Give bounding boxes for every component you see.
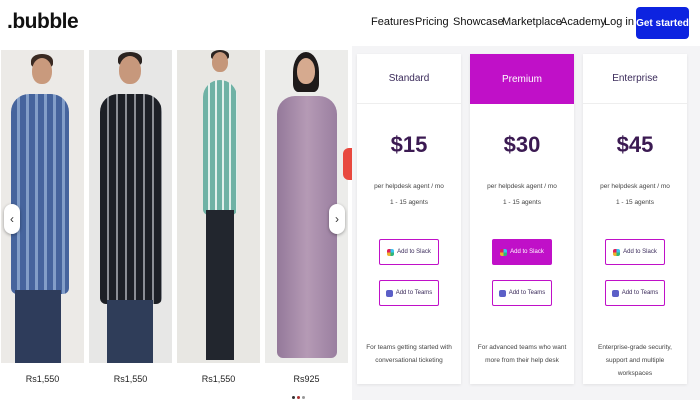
chevron-left-icon: ‹ xyxy=(10,212,14,226)
plan-rate-text: per helpdesk agent / mo xyxy=(600,183,670,190)
slack-icon xyxy=(387,248,395,256)
button-label: Add to Slack xyxy=(510,249,544,255)
teams-icon xyxy=(498,289,506,297)
teams-icon xyxy=(611,289,619,297)
button-label: Add to Teams xyxy=(395,290,433,296)
nav-features[interactable]: Features xyxy=(371,16,414,28)
carousel-prev-button[interactable]: ‹ xyxy=(4,204,20,234)
color-swatch[interactable] xyxy=(302,396,305,399)
plan-footer-text: For advanced teams who want more from th… xyxy=(477,344,567,364)
plan-description: per helpdesk agent / mo 1 - 15 agents xyxy=(357,179,461,211)
nav-login[interactable]: Log in xyxy=(604,16,634,28)
product-photo[interactable] xyxy=(89,50,172,363)
pricing-panel: Standard $15 per helpdesk agent / mo 1 -… xyxy=(352,46,700,400)
plan-rate-text: per helpdesk agent / mo xyxy=(487,183,557,190)
plan-price: $15 xyxy=(390,132,428,157)
nav-marketplace[interactable]: Marketplace xyxy=(502,16,562,28)
add-to-teams-button[interactable]: Add to Teams xyxy=(379,280,439,306)
plan-agents-text: 1 - 15 agents xyxy=(616,199,654,206)
color-swatch[interactable] xyxy=(297,396,300,399)
plan-name: Standard xyxy=(357,54,461,104)
product-card[interactable] xyxy=(89,50,172,363)
teams-icon xyxy=(385,289,393,297)
chevron-right-icon: › xyxy=(335,212,339,226)
plan-card-enterprise: Enterprise $45 per helpdesk agent / mo 1… xyxy=(583,54,687,384)
carousel-next-button[interactable]: › xyxy=(329,204,345,234)
add-to-teams-button[interactable]: Add to Teams xyxy=(492,280,552,306)
color-swatch[interactable] xyxy=(292,396,295,399)
add-to-slack-button[interactable]: Add to Slack xyxy=(605,239,665,265)
top-nav: .bubble Features Pricing Showcase Market… xyxy=(0,0,700,46)
plan-description: per helpdesk agent / mo 1 - 15 agents xyxy=(583,179,687,211)
plan-footer-text: Enterprise-grade security, support and m… xyxy=(598,344,672,377)
button-label: Add to Slack xyxy=(623,249,657,255)
nav-showcase[interactable]: Showcase xyxy=(453,16,504,28)
nav-academy[interactable]: Academy xyxy=(560,16,606,28)
add-to-slack-button[interactable]: Add to Slack xyxy=(492,239,552,265)
plan-name: Premium xyxy=(470,54,574,104)
add-to-slack-button[interactable]: Add to Slack xyxy=(379,239,439,265)
add-to-teams-button[interactable]: Add to Teams xyxy=(605,280,665,306)
plan-price: $30 xyxy=(503,132,541,157)
plan-agents-text: 1 - 15 agents xyxy=(503,199,541,206)
product-card[interactable] xyxy=(177,50,260,363)
plan-footer-text: For teams getting started with conversat… xyxy=(366,344,452,364)
product-price: Rs1,550 xyxy=(201,374,236,384)
get-started-button[interactable]: Get started xyxy=(636,7,689,39)
product-price: Rs1,550 xyxy=(25,374,60,384)
slack-icon xyxy=(500,248,508,256)
product-carousel: Rs1,550 Rs1,550 Rs1,550 Rs925 ‹ › xyxy=(0,50,348,400)
plan-description: per helpdesk agent / mo 1 - 15 agents xyxy=(470,179,574,211)
plan-name: Enterprise xyxy=(583,54,687,104)
plan-card-standard: Standard $15 per helpdesk agent / mo 1 -… xyxy=(357,54,461,384)
button-label: Add to Slack xyxy=(397,249,431,255)
product-price: Rs1,550 xyxy=(113,374,148,384)
plan-rate-text: per helpdesk agent / mo xyxy=(374,183,444,190)
bubble-logo[interactable]: .bubble xyxy=(7,10,79,34)
slack-icon xyxy=(613,248,621,256)
button-label: Add to Teams xyxy=(621,290,659,296)
plan-card-premium: Premium $30 per helpdesk agent / mo 1 - … xyxy=(470,54,574,384)
product-price: Rs925 xyxy=(293,374,320,384)
nav-pricing[interactable]: Pricing xyxy=(415,16,449,28)
product-photo[interactable] xyxy=(177,50,260,363)
plan-agents-text: 1 - 15 agents xyxy=(390,199,428,206)
button-label: Add to Teams xyxy=(508,290,546,296)
plan-price: $45 xyxy=(616,132,654,157)
